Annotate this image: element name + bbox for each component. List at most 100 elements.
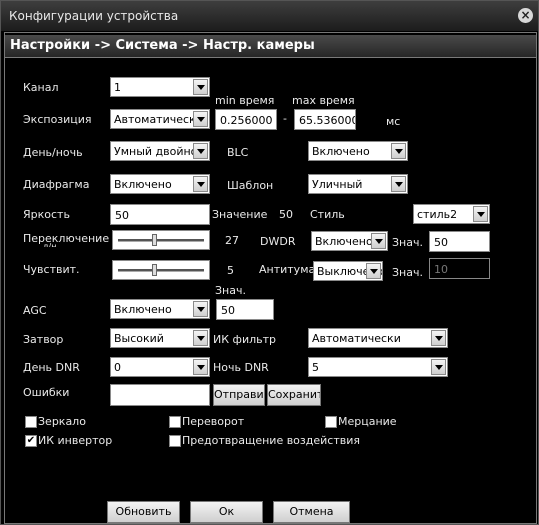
chevron-down-icon — [193, 359, 208, 375]
cancel-button[interactable]: Отмена — [273, 501, 350, 523]
tamper-checkbox[interactable] — [169, 435, 181, 447]
flip-checkbox[interactable] — [169, 416, 181, 428]
chevron-down-icon — [431, 330, 446, 346]
night-dnr-label: Ночь DNR — [213, 361, 269, 374]
exposure-select[interactable]: Автоматически — [110, 109, 210, 129]
chevron-down-icon — [366, 263, 381, 279]
ir-filter-select[interactable]: Автоматически — [308, 328, 448, 348]
day-dnr-select[interactable]: 0 — [110, 357, 210, 377]
night-dnr-value: 5 — [312, 361, 319, 374]
flicker-label: Мерцание — [338, 415, 397, 428]
channel-select[interactable]: 1 — [110, 77, 210, 97]
mirror-checkbox[interactable] — [25, 416, 37, 428]
refresh-button[interactable]: Обновить — [107, 501, 180, 523]
save-button[interactable]: Сохранить — [267, 384, 321, 406]
sensitivity-value: 5 — [227, 264, 234, 277]
dwdr-value-caption: Знач. — [392, 236, 423, 249]
iris-select[interactable]: Включено — [110, 174, 210, 194]
chevron-down-icon — [391, 143, 406, 159]
ok-button[interactable]: Ок — [190, 501, 263, 523]
dwdr-select[interactable]: Включено — [311, 231, 388, 251]
blc-select[interactable]: Включено — [308, 141, 408, 161]
chevron-down-icon — [193, 111, 208, 127]
dwdr-label: DWDR — [260, 235, 296, 248]
max-time-input[interactable]: 65.536000 — [294, 109, 356, 130]
flicker-checkbox[interactable] — [325, 416, 337, 428]
iris-label: Диафрагма — [23, 178, 90, 191]
mirror-label: Зеркало — [38, 415, 86, 428]
device-config-window: Конфигурации устройства × Настройки -> С… — [0, 0, 539, 525]
checkmark-icon: ✔ — [26, 435, 36, 446]
errors-input[interactable] — [110, 384, 210, 406]
errors-label: Ошибки — [23, 386, 70, 399]
chevron-down-icon — [431, 359, 446, 375]
night-dnr-select[interactable]: 5 — [308, 357, 448, 377]
chevron-down-icon — [193, 79, 208, 95]
switch-label: Переключение — [23, 232, 110, 245]
send-button[interactable]: Отправить — [213, 384, 265, 406]
switch-label-sub: д/н — [43, 243, 56, 247]
day-dnr-label: День DNR — [23, 361, 80, 374]
shutter-label: Затвор — [23, 333, 64, 346]
channel-value: 1 — [114, 81, 121, 94]
exposure-value: Автоматически — [114, 113, 203, 126]
slider-track — [118, 269, 204, 272]
shutter-select[interactable]: Высокий — [110, 328, 210, 348]
antifog-value-input: 10 — [429, 258, 490, 279]
antifog-value-caption: Знач. — [392, 266, 423, 279]
brightness-label: Яркость — [23, 208, 70, 221]
template-select[interactable]: Уличный — [308, 174, 408, 194]
day-night-select[interactable]: Умный двойной — [110, 141, 210, 161]
tamper-label: Предотвращение воздействия — [182, 434, 360, 447]
chevron-down-icon — [193, 301, 208, 317]
max-time-label: max время — [292, 94, 355, 107]
iris-value: Включено — [114, 178, 172, 191]
ir-invert-checkbox[interactable]: ✔ — [25, 435, 37, 447]
chevron-down-icon — [391, 176, 406, 192]
agc-value-input[interactable]: 50 — [216, 299, 274, 320]
template-label: Шаблон — [227, 179, 274, 192]
agc-label: AGC — [23, 304, 47, 317]
ir-filter-label: ИК фильтр — [213, 333, 276, 346]
antifog-select[interactable]: Выключено — [313, 261, 383, 281]
blc-label: BLC — [227, 146, 249, 159]
agc-value-caption: Знач. — [215, 284, 246, 297]
day-dnr-value: 0 — [114, 361, 121, 374]
blc-value: Включено — [312, 145, 370, 158]
switch-slider[interactable] — [112, 230, 210, 250]
flip-label: Переворот — [182, 415, 245, 428]
day-night-label: День/ночь — [23, 146, 83, 159]
style-label: Стиль — [310, 208, 345, 221]
channel-label: Канал — [23, 81, 59, 94]
ms-unit-label: мс — [386, 115, 401, 128]
slider-thumb[interactable] — [152, 264, 158, 276]
ir-filter-value: Автоматически — [312, 332, 401, 345]
brightness-input[interactable]: 50 — [110, 204, 210, 225]
sensitivity-label: Чувствит. — [23, 263, 80, 276]
slider-thumb[interactable] — [152, 234, 158, 246]
chevron-down-icon — [193, 176, 208, 192]
brightness-value-caption: Значение — [212, 208, 268, 221]
style-value: стиль2 — [417, 208, 458, 221]
style-select[interactable]: стиль2 — [413, 204, 490, 224]
sensitivity-slider[interactable] — [112, 260, 210, 280]
breadcrumb: Настройки -> Система -> Настр. камеры — [5, 35, 536, 58]
breadcrumb-text: Настройки -> Система -> Настр. камеры — [10, 38, 315, 53]
chevron-down-icon — [193, 330, 208, 346]
chevron-down-icon — [371, 233, 386, 249]
switch-value: 27 — [225, 234, 239, 247]
settings-panel: Настройки -> Система -> Настр. камеры Ка… — [4, 32, 537, 524]
shutter-value: Высокий — [114, 332, 164, 345]
range-dash: - — [283, 112, 287, 125]
min-time-input[interactable]: 0.256000 — [215, 109, 277, 130]
agc-value: Включено — [114, 303, 172, 316]
day-night-value: Умный двойной — [114, 145, 205, 158]
close-icon[interactable]: × — [518, 8, 533, 23]
template-value: Уличный — [312, 178, 363, 191]
chevron-down-icon — [473, 206, 488, 222]
agc-select[interactable]: Включено — [110, 299, 210, 319]
chevron-down-icon — [193, 143, 208, 159]
slider-track — [118, 239, 204, 242]
dwdr-value: Включено — [315, 235, 373, 248]
dwdr-value-input[interactable]: 50 — [429, 231, 490, 252]
